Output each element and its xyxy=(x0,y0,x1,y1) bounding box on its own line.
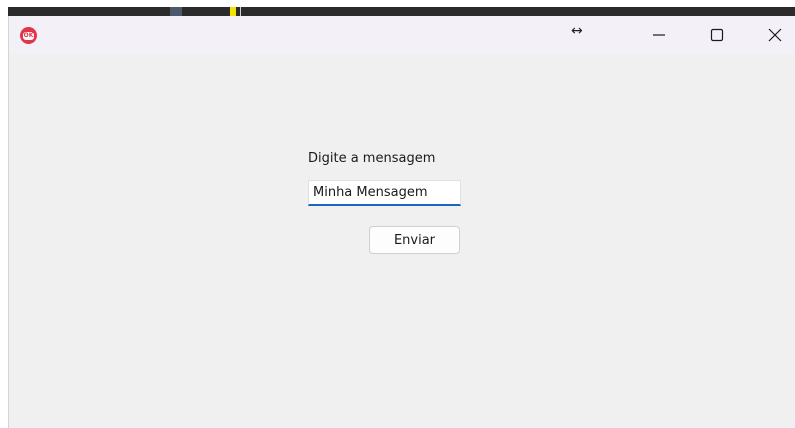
app-icon-text: OK xyxy=(22,31,35,40)
minimize-button[interactable] xyxy=(636,16,682,54)
message-input[interactable] xyxy=(308,180,461,206)
resize-arrow-icon: ↔ xyxy=(571,23,583,39)
close-icon xyxy=(768,28,782,42)
title-bar[interactable]: OK ↔ xyxy=(9,16,795,54)
maximize-icon xyxy=(710,28,724,42)
background-app-divider xyxy=(240,7,241,16)
send-button[interactable]: Enviar xyxy=(369,226,460,254)
close-button[interactable] xyxy=(752,16,795,54)
background-app-bar xyxy=(8,7,795,16)
app-window: OK ↔ Digite a mensagem Enviar xyxy=(8,16,795,428)
background-app-strip xyxy=(0,0,795,16)
app-icon[interactable]: OK xyxy=(20,27,37,44)
window-content: Digite a mensagem Enviar xyxy=(9,54,795,428)
background-app-block xyxy=(170,7,182,16)
minimize-icon xyxy=(653,34,665,36)
message-prompt-label: Digite a mensagem xyxy=(308,151,436,166)
maximize-button[interactable] xyxy=(694,16,740,54)
background-app-marker xyxy=(230,7,236,16)
